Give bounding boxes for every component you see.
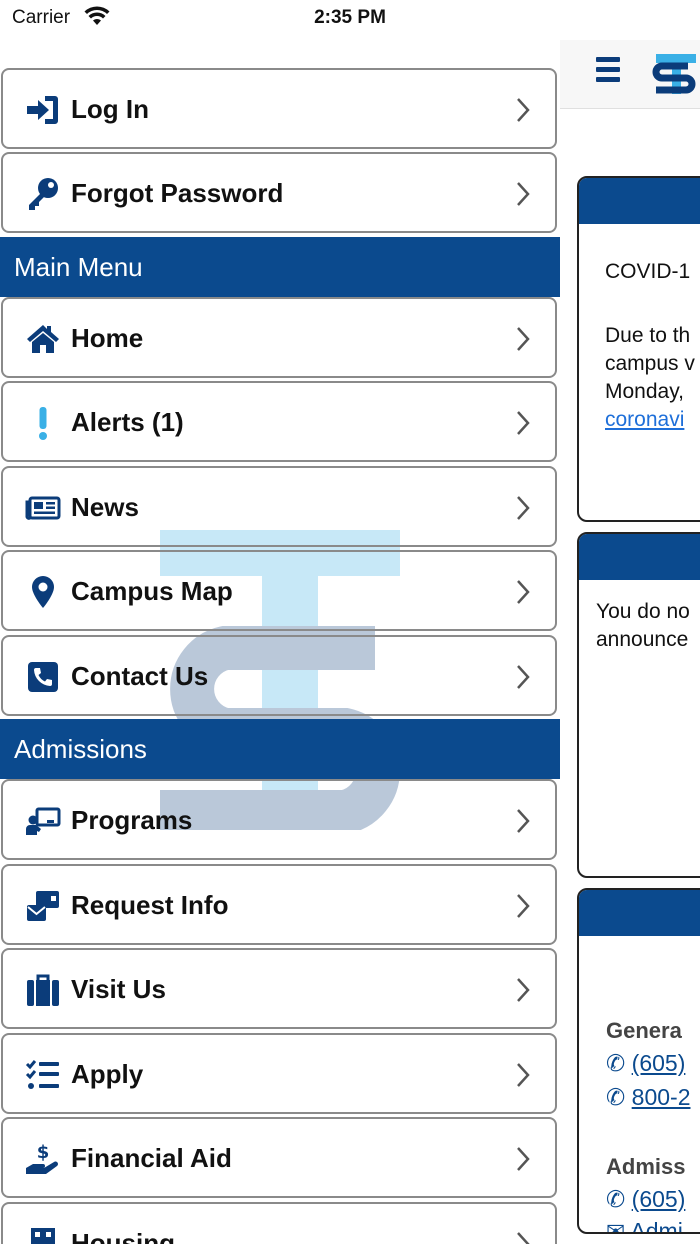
chevron-right-icon [517,665,530,689]
mail-bulk-icon [27,891,59,921]
svg-text:$: $ [37,1142,50,1163]
card-text: You do no [596,600,690,623]
chevron-right-icon [517,1147,530,1171]
menu-item-label: Visit Us [71,974,166,1004]
contact-card: Genera ✆ (605) ✆ 800-2 Admiss ✆ (605) ✉ … [577,888,700,1234]
chevron-right-icon [517,978,530,1002]
phone-square-icon [28,662,58,692]
menu-item-label: News [71,492,139,522]
sign-in-icon [27,96,58,124]
general-heading: Genera [606,1018,682,1043]
card-text: COVID-1 [605,260,691,283]
teacher-board-icon [26,807,61,835]
menu-item-label: Alerts (1) [71,407,184,437]
card-header [579,534,700,580]
phone-link[interactable]: ✆ (605) [606,1186,685,1213]
card-text: Monday, [605,380,684,403]
building-icon [31,1228,55,1244]
menu-item-label: Financial Aid [71,1143,232,1173]
section-header-main-menu: Main Menu [0,237,560,297]
phone-link[interactable]: ✆ 800-2 [606,1084,691,1111]
home-icon [27,325,59,353]
menu-item-label: Programs [71,805,193,835]
chevron-right-icon [517,580,530,604]
menu-item-forgot-password[interactable]: Forgot Password [1,152,557,233]
section-header-admissions: Admissions [0,719,560,779]
card-header [579,890,700,936]
menu-item-label: Forgot Password [71,178,284,208]
menu-item-label: Contact Us [71,661,209,691]
menu-item-label: Housing [71,1228,175,1244]
phone-number[interactable]: (605) [632,1050,686,1076]
key-icon [29,178,58,210]
menu-item-label: Campus Map [71,576,233,606]
map-marker-icon [32,576,54,608]
menu-item-home[interactable]: Home [1,297,557,378]
side-drawer: Log In Forgot Password Main Menu Home Al… [0,40,560,1244]
app-header [560,40,700,109]
background-page: COVID-1 Due to th campus v Monday, coron… [560,0,700,1244]
menu-item-alerts[interactable]: Alerts (1) [1,381,557,462]
menu-item-programs[interactable]: Programs [1,779,557,860]
chevron-right-icon [517,411,530,435]
email-link[interactable]: ✉ Admi [606,1218,683,1234]
card-header [579,178,700,224]
menu-item-contact-us[interactable]: Contact Us [1,635,557,716]
envelope-icon: ✉ [606,1218,626,1234]
card-text: announce [596,628,689,651]
suitcase-icon [27,974,59,1006]
card-text: Due to th [605,324,691,347]
phone-number[interactable]: 800-2 [632,1084,691,1110]
coronavirus-link[interactable]: coronavi [605,406,684,434]
chevron-right-icon [517,496,530,520]
announcements-card: You do no announce [577,532,700,878]
newspaper-icon [25,496,61,520]
phone-icon: ✆ [606,1050,626,1076]
menu-item-visit-us[interactable]: Visit Us [1,948,557,1029]
menu-item-request-info[interactable]: Request Info [1,864,557,945]
menu-item-news[interactable]: News [1,466,557,547]
phone-number[interactable]: (605) [632,1186,686,1212]
exclamation-icon [39,407,47,440]
hamburger-menu-icon[interactable] [596,57,620,83]
phone-icon: ✆ [606,1186,626,1212]
menu-item-label: Log In [71,94,149,124]
menu-item-housing[interactable]: Housing [1,1202,557,1244]
covid-card: COVID-1 Due to th campus v Monday, coron… [577,176,700,522]
menu-item-log-in[interactable]: Log In [1,68,557,149]
menu-item-label: Apply [71,1059,144,1089]
hand-holding-dollar-icon: $ [26,1142,58,1174]
chevron-right-icon [517,327,530,351]
tasks-list-icon [25,1060,59,1089]
email-address[interactable]: Admi [630,1218,682,1232]
school-logo [652,54,696,94]
menu-item-financial-aid[interactable]: $ Financial Aid [1,1117,557,1198]
admissions-heading: Admiss [606,1154,686,1179]
menu-item-campus-map[interactable]: Campus Map [1,550,557,631]
chevron-right-icon [517,182,530,206]
phone-link[interactable]: ✆ (605) [606,1050,685,1077]
menu-item-label: Home [71,323,144,353]
chevron-right-icon [517,894,530,918]
menu-item-apply[interactable]: Apply [1,1033,557,1114]
menu-item-label: Request Info [71,890,229,920]
chevron-right-icon [517,1232,530,1244]
card-text: campus v [605,352,695,375]
chevron-right-icon [517,809,530,833]
chevron-right-icon [517,1063,530,1087]
chevron-right-icon [517,98,530,122]
phone-icon: ✆ [606,1084,626,1110]
